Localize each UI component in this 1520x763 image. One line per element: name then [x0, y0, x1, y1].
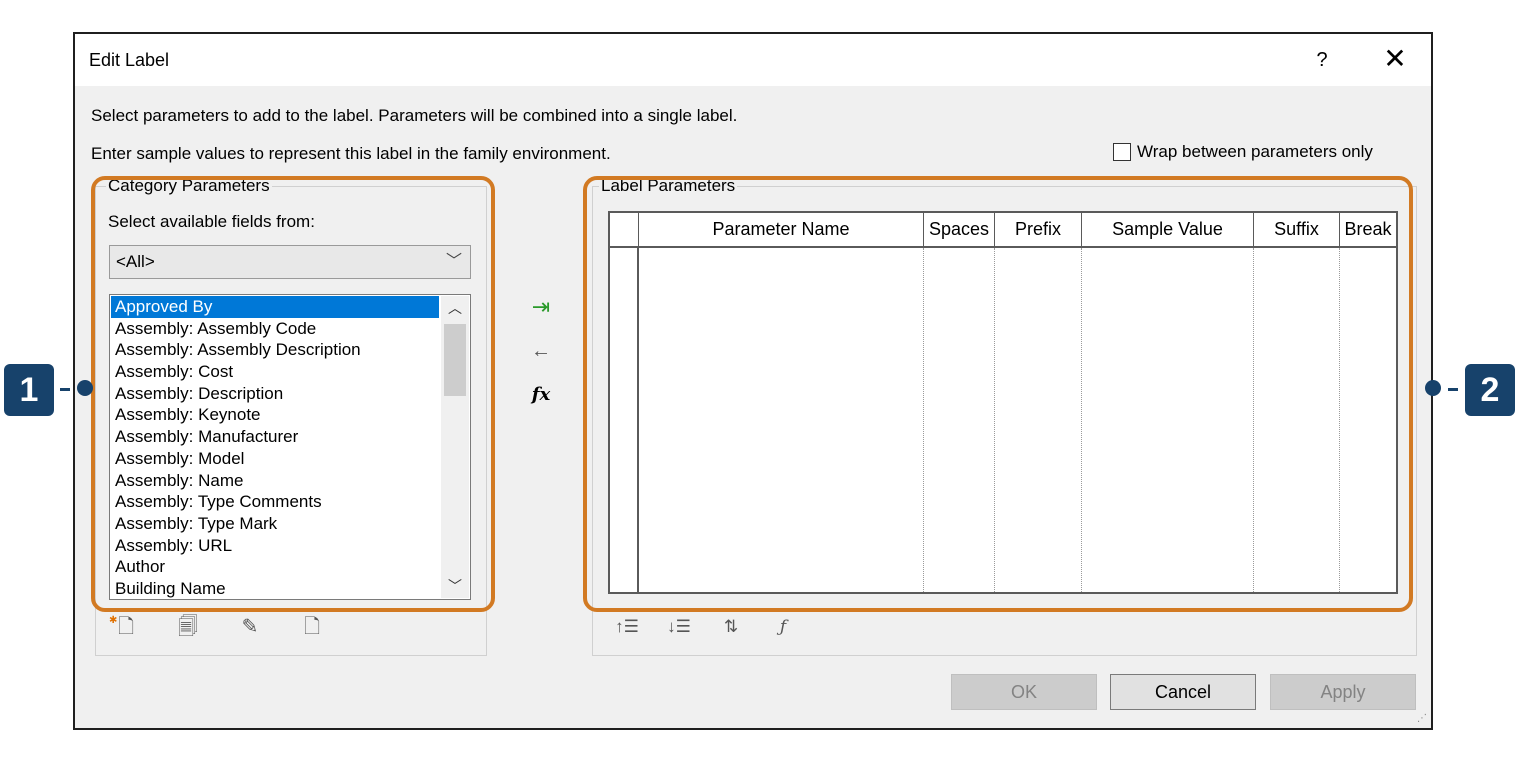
callout-badge-2: 2: [1465, 364, 1515, 416]
sort-icon[interactable]: ⇅: [717, 612, 745, 642]
shared-parameter-icon[interactable]: 🗐: [175, 612, 201, 642]
move-buttons: ⇥ ← fx: [523, 292, 559, 424]
callout-highlight-category: [91, 176, 495, 612]
delete-parameter-icon[interactable]: 🗋: [299, 612, 325, 642]
move-down-icon[interactable]: ↓☰: [665, 612, 693, 642]
move-up-icon[interactable]: ↑☰: [613, 612, 641, 642]
formula-fx-icon[interactable]: fx: [523, 380, 559, 410]
wrap-between-parameters-option[interactable]: Wrap between parameters only: [1113, 142, 1373, 162]
label-toolbar: ↑☰ ↓☰ ⇅ ƒ: [613, 612, 797, 642]
callout-connector-2: [1448, 388, 1458, 391]
apply-button[interactable]: Apply: [1270, 674, 1416, 710]
formula-icon[interactable]: ƒ: [769, 612, 797, 642]
resize-grip-icon[interactable]: ⋰: [1417, 713, 1427, 724]
callout-dot-1: [77, 380, 93, 396]
remove-from-label-icon[interactable]: ←: [523, 336, 559, 366]
instruction-text-1: Select parameters to add to the label. P…: [91, 106, 738, 125]
help-button[interactable]: ?: [1307, 44, 1337, 76]
callout-dot-2: [1425, 380, 1441, 396]
instruction-text-2: Enter sample values to represent this la…: [91, 144, 611, 163]
new-parameter-icon[interactable]: 🗋: [109, 606, 139, 642]
add-to-label-icon[interactable]: ⇥: [523, 292, 559, 322]
edit-parameter-icon[interactable]: ✎: [237, 612, 263, 642]
callout-connector-1: [60, 388, 70, 391]
title-bar: Edit Label ? ✕: [75, 34, 1431, 86]
wrap-checkbox[interactable]: [1113, 143, 1131, 161]
ok-button[interactable]: OK: [951, 674, 1097, 710]
close-button[interactable]: ✕: [1377, 44, 1413, 76]
dialog-title: Edit Label: [89, 50, 170, 70]
cancel-button[interactable]: Cancel: [1110, 674, 1256, 710]
callout-badge-1: 1: [4, 364, 54, 416]
callout-highlight-label: [583, 176, 1413, 612]
category-toolbar: 🗋 🗐 ✎ 🗋: [109, 606, 325, 642]
wrap-checkbox-label: Wrap between parameters only: [1137, 142, 1373, 161]
